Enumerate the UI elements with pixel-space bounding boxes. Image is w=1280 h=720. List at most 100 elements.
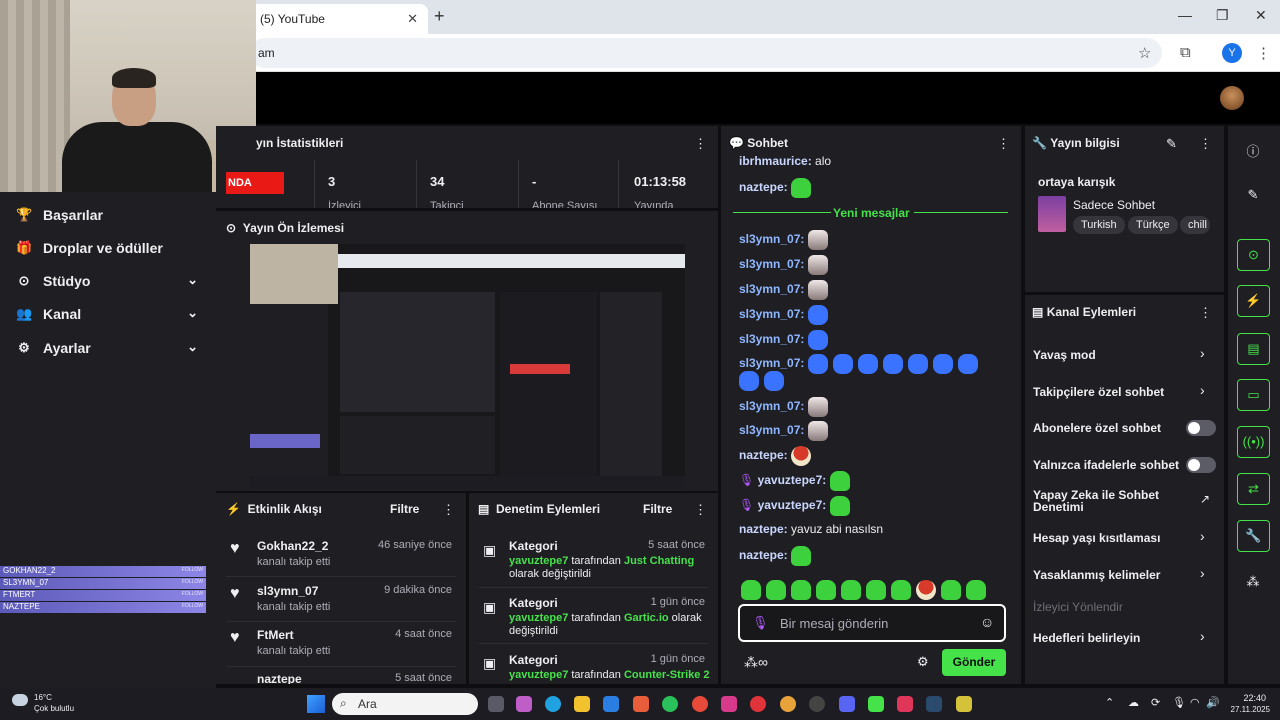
mic-icon[interactable]: 🎙 <box>752 615 769 631</box>
maximize-icon[interactable]: ❐ <box>1216 7 1229 24</box>
channel-actions-menu-icon[interactable]: ⋮ <box>1199 305 1212 321</box>
chat-settings-icon[interactable]: ⚙ <box>917 654 929 670</box>
chevron-right-icon[interactable]: › <box>1200 528 1205 544</box>
green-emote-icon[interactable] <box>816 580 836 600</box>
switch-icon[interactable]: ⇄ <box>1237 473 1270 505</box>
activity-menu-icon[interactable]: ⋮ <box>442 502 455 518</box>
office-icon[interactable] <box>633 696 649 712</box>
clip-icon[interactable]: ⊙ <box>1237 239 1270 271</box>
chat-username[interactable]: sl3ymn_07: <box>739 282 804 296</box>
chat-username[interactable]: yavuztepe7: <box>758 473 827 487</box>
moderation-filter-button[interactable]: Filtre <box>643 502 672 516</box>
stream-preview-video[interactable] <box>250 244 685 489</box>
tab-close-icon[interactable]: ✕ <box>407 11 418 27</box>
green-emote-icon[interactable] <box>766 580 786 600</box>
clock-time[interactable]: 22:40 <box>1228 693 1266 703</box>
chat-username[interactable]: naztepe: <box>739 522 788 536</box>
green-emote-icon[interactable] <box>941 580 961 600</box>
task-view-icon[interactable] <box>488 696 504 712</box>
sidebar-item-settings[interactable]: ⚙ Ayarlar ⌄ <box>16 339 202 359</box>
more-icon[interactable]: ⁂ <box>1245 574 1261 590</box>
copilot-icon[interactable] <box>516 696 532 712</box>
stream-category[interactable]: Sadece Sohbet <box>1073 198 1155 212</box>
stats-menu-icon[interactable]: ⋮ <box>694 136 707 152</box>
chrome-active-icon[interactable] <box>780 696 796 712</box>
taskbar-search[interactable]: ⌕ Ara <box>332 693 478 715</box>
chat-username[interactable]: sl3ymn_07: <box>739 399 804 413</box>
activity-user[interactable]: FtMert <box>257 628 294 642</box>
tag-chip[interactable]: Türkçe <box>1128 216 1178 234</box>
green-emote-icon[interactable] <box>966 580 986 600</box>
chat-username[interactable]: sl3ymn_07: <box>739 257 804 271</box>
chat-icon[interactable]: ▭ <box>1237 379 1270 411</box>
green-emote-icon[interactable] <box>841 580 861 600</box>
emoji-icon[interactable]: ☺ <box>980 614 994 630</box>
action-banned-words[interactable]: Yasaklanmış kelimeler <box>1033 568 1160 582</box>
minimize-icon[interactable]: — <box>1178 7 1192 23</box>
chevron-right-icon[interactable]: › <box>1200 345 1205 361</box>
obs-icon[interactable] <box>809 696 825 712</box>
activity-user[interactable]: sl3ymn_07 <box>257 584 318 598</box>
edit-icon[interactable]: ✎ <box>1245 187 1261 203</box>
stream-info-menu-icon[interactable]: ⋮ <box>1199 136 1212 152</box>
steam-icon[interactable] <box>926 696 942 712</box>
green-emote-icon[interactable] <box>741 580 761 600</box>
onedrive-icon[interactable]: ☁ <box>1128 696 1139 709</box>
moderation-user[interactable]: yavuztepe7 <box>509 612 568 624</box>
chrome-icon[interactable] <box>692 696 708 712</box>
broadcast-icon[interactable]: ((•)) <box>1237 426 1270 458</box>
chat-username[interactable]: yavuztepe7: <box>758 498 827 512</box>
store-icon[interactable] <box>603 696 619 712</box>
green-emote-icon[interactable] <box>791 580 811 600</box>
extensions-icon[interactable]: ⧉ <box>1180 44 1191 61</box>
chat-username[interactable]: naztepe: <box>739 180 788 194</box>
chat-username[interactable]: ibrhmaurice: <box>739 154 812 168</box>
chevron-right-icon[interactable]: › <box>1200 382 1205 398</box>
new-tab-button[interactable]: + <box>434 6 445 27</box>
url-field[interactable]: am <box>250 38 1162 68</box>
green-emote-icon[interactable] <box>866 580 886 600</box>
sidebar-item-drops[interactable]: 🎁 Droplar ve ödüller <box>16 239 202 259</box>
subscribers-only-toggle[interactable] <box>1186 420 1216 436</box>
activity-user[interactable]: Gokhan22_2 <box>257 539 328 553</box>
chevron-right-icon[interactable]: › <box>1200 565 1205 581</box>
sidebar-item-achievements[interactable]: 🏆 Başarılar <box>16 206 202 226</box>
discord-icon[interactable] <box>839 696 855 712</box>
app-icon[interactable] <box>956 696 972 712</box>
action-ai-moderation[interactable]: Yapay Zeka ile Sohbet Denetimi <box>1033 489 1183 513</box>
notes-icon[interactable]: ▤ <box>1237 333 1270 365</box>
sidebar-item-channel[interactable]: 👥 Kanal ⌄ <box>16 305 202 325</box>
flash-icon[interactable]: ⚡ <box>1237 285 1270 317</box>
weather-cloud-icon[interactable] <box>12 694 28 706</box>
tab-youtube[interactable]: (5) YouTube ✕ <box>250 4 428 34</box>
activity-user[interactable]: naztepe <box>257 672 302 684</box>
info-icon[interactable]: ⓘ <box>1245 141 1261 160</box>
chat-username[interactable]: sl3ymn_07: <box>739 423 804 437</box>
tag-chip[interactable]: Turkish <box>1073 216 1125 234</box>
action-followers-only[interactable]: Takipçilere özel sohbet <box>1033 385 1164 399</box>
tray-chevron-icon[interactable]: ⌃ <box>1105 696 1114 709</box>
action-set-goals[interactable]: Hedefleri belirleyin <box>1033 631 1140 645</box>
window-close-icon[interactable]: ✕ <box>1255 7 1267 24</box>
mushroom-emote-icon[interactable] <box>916 580 936 600</box>
chat-username[interactable]: naztepe: <box>739 448 788 462</box>
category-thumbnail[interactable] <box>1038 196 1066 232</box>
tiktok-icon[interactable] <box>897 696 913 712</box>
profile-avatar[interactable]: Y <box>1222 43 1242 63</box>
chat-username[interactable]: naztepe: <box>739 548 788 562</box>
edit-pencil-icon[interactable]: ✎ <box>1166 136 1177 152</box>
external-link-icon[interactable]: ↗ <box>1200 492 1210 506</box>
chevron-right-icon[interactable]: › <box>1200 628 1205 644</box>
emote-only-toggle[interactable] <box>1186 457 1216 473</box>
windows-start-icon[interactable] <box>307 695 325 713</box>
activity-filter-button[interactable]: Filtre <box>390 502 419 516</box>
volume-icon[interactable]: 🔊 <box>1206 696 1220 709</box>
sync-icon[interactable]: ⟳ <box>1151 696 1160 709</box>
edge-icon[interactable] <box>545 696 561 712</box>
chat-menu-icon[interactable]: ⋮ <box>997 136 1010 152</box>
wifi-icon[interactable]: ◠ <box>1190 696 1200 709</box>
whatsapp-icon[interactable] <box>662 696 678 712</box>
tag-chip[interactable]: chill <box>1180 216 1210 234</box>
send-button[interactable]: Gönder <box>942 649 1006 676</box>
instagram-icon[interactable] <box>721 696 737 712</box>
